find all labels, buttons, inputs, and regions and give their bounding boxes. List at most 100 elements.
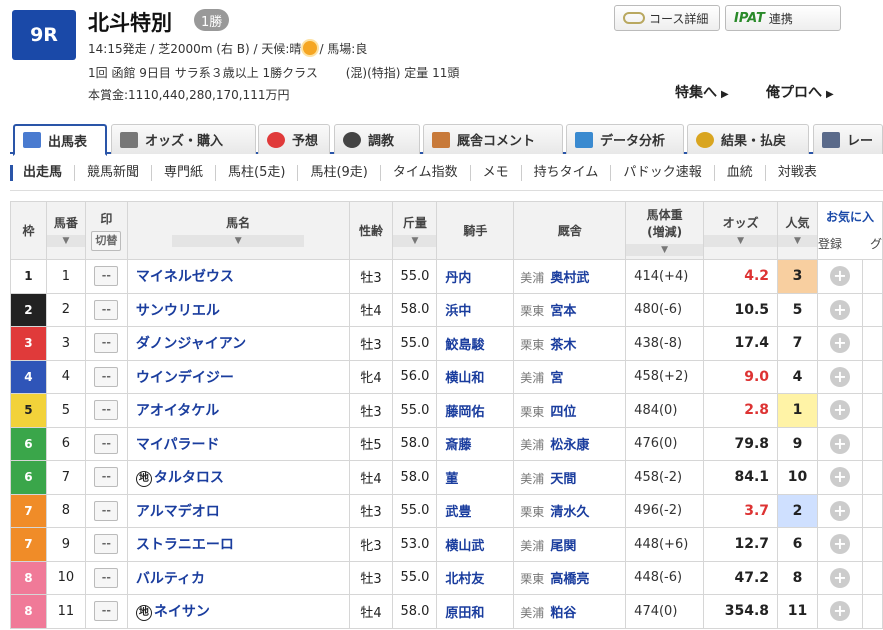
mark-select-button[interactable]: --	[94, 299, 119, 320]
weight-cell: 480(-6)	[625, 292, 705, 327]
trainer-link[interactable]: 宮	[550, 371, 563, 386]
mark-select-button[interactable]: --	[94, 333, 119, 354]
subtab-past5[interactable]: 馬柱(5走)	[215, 165, 297, 181]
sexage-cell: 牡3	[348, 560, 394, 595]
jockey-link[interactable]: 菫	[445, 472, 458, 487]
jockey-link[interactable]: 丹内	[445, 271, 471, 286]
mark-select-button[interactable]: --	[94, 366, 119, 387]
jockey-link[interactable]: 藤岡佑	[445, 405, 484, 420]
weight-cell: 448(-6)	[625, 560, 705, 595]
mark-select-button[interactable]: --	[94, 534, 119, 555]
jockey-link[interactable]: 斎藤	[445, 438, 471, 453]
header-umaban[interactable]: 馬番 ▼	[45, 201, 86, 260]
add-favorite-plus-icon[interactable]: +	[829, 534, 850, 555]
sexage-cell: 牡3	[348, 393, 394, 428]
sort-down-icon: ▼	[47, 235, 85, 247]
header-popular[interactable]: 人気 ▼	[777, 201, 818, 260]
add-favorite-plus-icon[interactable]: +	[829, 433, 850, 454]
tab-training[interactable]: 調教	[334, 124, 420, 154]
tab-shutsuba[interactable]: 出馬表	[13, 124, 107, 156]
jockey-link[interactable]: 鮫島駿	[445, 338, 484, 353]
subtab-paddock[interactable]: パドック速報	[610, 165, 713, 181]
tab-odds[interactable]: オッズ・購入	[111, 124, 256, 154]
trainer-link[interactable]: 高橋亮	[550, 572, 589, 587]
tab-results[interactable]: 結果・払戻	[687, 124, 809, 154]
tab-stable-comment[interactable]: 厩舎コメント	[423, 124, 563, 154]
jockey-link[interactable]: 原田和	[445, 606, 484, 621]
ore-pro-link[interactable]: 俺プロへ ▶	[766, 82, 834, 102]
horse-name-link[interactable]: ネイサン	[154, 604, 210, 620]
add-favorite-plus-icon[interactable]: +	[829, 299, 850, 320]
horse-name-link[interactable]: ストラニエーロ	[136, 537, 234, 553]
stable-cell: 栗東 四位	[513, 393, 627, 428]
mark-select-button[interactable]: --	[94, 400, 119, 421]
header-weight[interactable]: 馬体重 (増減) ▼	[625, 201, 705, 260]
horse-name-link[interactable]: アオイタケル	[136, 403, 219, 419]
horse-name-link[interactable]: バルティカ	[136, 571, 205, 587]
tab-race-video[interactable]: レー	[813, 124, 883, 154]
subtab-head-to-head[interactable]: 対戦表	[764, 165, 829, 181]
jockey-link[interactable]: 武豊	[445, 505, 471, 520]
mark-select-button[interactable]: --	[94, 601, 119, 622]
subtab-memo[interactable]: メモ	[469, 165, 521, 181]
trainer-link[interactable]: 天間	[550, 472, 576, 487]
trainer-link[interactable]: 松永康	[550, 438, 589, 453]
header-kinryo[interactable]: 斤量 ▼	[392, 201, 438, 260]
horse-name-link[interactable]: ウインデイジー	[136, 370, 234, 386]
subtab-time-index[interactable]: タイム指数	[379, 165, 470, 181]
kinryo-cell: 58.0	[392, 426, 438, 461]
coins-icon	[696, 131, 714, 148]
horse-name-link[interactable]: マイパラード	[136, 437, 220, 453]
add-favorite-plus-icon[interactable]: +	[829, 567, 850, 588]
subtab-past9[interactable]: 馬柱(9走)	[297, 165, 379, 181]
subtab-specialty-paper[interactable]: 専門紙	[151, 165, 215, 181]
trainer-link[interactable]: 尾関	[550, 539, 576, 554]
ipat-link-button[interactable]: IPAT 連携	[725, 5, 841, 31]
trainer-link[interactable]: 宮本	[550, 304, 576, 319]
trainer-link[interactable]: 四位	[550, 405, 576, 420]
fav-group-cell	[861, 594, 883, 629]
umaban-cell: 4	[45, 359, 86, 394]
add-favorite-plus-icon[interactable]: +	[829, 400, 850, 421]
fav-register-cell: +	[816, 594, 863, 629]
mark-select-button[interactable]: --	[94, 567, 119, 588]
horse-name-cell: ダノンジャイアン	[126, 326, 350, 361]
trainer-link[interactable]: 清水久	[550, 505, 589, 520]
trainer-link[interactable]: 粕谷	[550, 606, 576, 621]
add-favorite-plus-icon[interactable]: +	[829, 601, 850, 622]
kinryo-cell: 58.0	[392, 460, 438, 495]
jockey-link[interactable]: 浜中	[445, 304, 471, 319]
subtab-best-time[interactable]: 持ちタイム	[520, 165, 611, 181]
tab-data-analysis[interactable]: データ分析	[566, 124, 684, 154]
jockey-link[interactable]: 北村友	[445, 572, 484, 587]
mark-select-button[interactable]: --	[94, 266, 119, 287]
feature-link[interactable]: 特集へ ▶	[675, 82, 729, 102]
trainer-link[interactable]: 奥村武	[550, 271, 589, 286]
jockey-link[interactable]: 横山武	[445, 539, 484, 554]
horse-name-link[interactable]: アルマデオロ	[136, 504, 220, 520]
horse-name-link[interactable]: マイネルゼウス	[136, 269, 234, 285]
mark-toggle-button[interactable]: 切替	[91, 231, 122, 251]
horse-name-link[interactable]: サンウリエル	[136, 303, 220, 319]
mark-select-button[interactable]: --	[94, 467, 119, 488]
add-favorite-plus-icon[interactable]: +	[829, 266, 850, 287]
mark-select-button[interactable]: --	[94, 500, 119, 521]
header-horse[interactable]: 馬名 ▼	[126, 201, 350, 260]
add-favorite-plus-icon[interactable]: +	[829, 467, 850, 488]
subtab-pedigree[interactable]: 血統	[713, 165, 765, 181]
fav-group-cell	[861, 292, 883, 327]
horse-name-link[interactable]: ダノンジャイアン	[136, 336, 246, 352]
tab-prediction[interactable]: 予想	[258, 124, 330, 154]
jockey-link[interactable]: 横山和	[445, 371, 484, 386]
subtab-newspaper[interactable]: 競馬新聞	[74, 165, 151, 181]
add-favorite-plus-icon[interactable]: +	[829, 500, 850, 521]
subtab-runners[interactable]: 出走馬	[10, 165, 74, 181]
horse-name-link[interactable]: タルタロス	[154, 470, 224, 486]
add-favorite-plus-icon[interactable]: +	[829, 333, 850, 354]
mark-select-button[interactable]: --	[94, 433, 119, 454]
header-odds[interactable]: オッズ ▼	[703, 201, 779, 260]
trainer-link[interactable]: 茶木	[550, 338, 576, 353]
add-favorite-plus-icon[interactable]: +	[829, 366, 850, 387]
weight-cell: 474(0)	[625, 594, 705, 629]
course-detail-button[interactable]: コース詳細	[614, 5, 720, 31]
